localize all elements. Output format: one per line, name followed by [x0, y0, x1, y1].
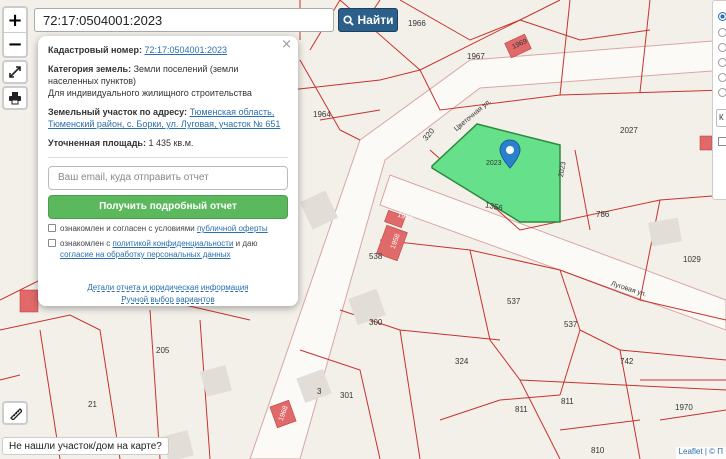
area-row: Уточненная площадь: 1 435 кв.м. [48, 137, 288, 149]
usage-value: Для индивидуального жилищного строительс… [48, 88, 252, 98]
map-label: 301 [340, 391, 354, 400]
map-label: 1969 [511, 38, 529, 51]
address-label: Земельный участок по адресу: [48, 107, 188, 117]
get-report-button[interactable]: Получить подробный отчет [48, 195, 288, 219]
email-field[interactable]: Ваш email, куда отправить отчет [48, 166, 288, 190]
manual-selection-link[interactable]: Ручной выбор вариантов [121, 295, 214, 304]
map-attribution[interactable]: Leaflet | © П [675, 447, 726, 459]
map-label: 2023 [486, 160, 502, 167]
layer-radio[interactable] [718, 58, 726, 67]
map-label: 324 [455, 357, 469, 366]
map-label: 21 [88, 400, 97, 409]
parcel-info-popup: × Кадастровый номер: 72:17:0504001:2023 … [38, 36, 298, 306]
cadastral-label: Кадастровый номер: [48, 45, 142, 55]
zoom-out-button[interactable]: − [4, 32, 26, 56]
category-row: Категория земель: Земли поселений (земли… [48, 63, 288, 99]
search-icon [342, 14, 354, 26]
zoom-control: + − [2, 6, 28, 58]
personal-data-consent-link[interactable]: согласие на обработку персональных данны… [60, 250, 230, 259]
map-label: 300 [369, 318, 383, 327]
map-label: 1356 [484, 200, 504, 213]
report-details-link[interactable]: Детали отчета и юридическая информация [87, 283, 248, 292]
map-label: 538 [369, 252, 383, 261]
popup-footer-links: Детали отчета и юридическая информация Р… [48, 282, 288, 306]
map-label: 811 [515, 405, 528, 414]
layer-radio[interactable] [718, 43, 726, 52]
cadastral-number-link[interactable]: 72:17:0504001:2023 [144, 45, 227, 55]
area-label: Уточненная площадь: [48, 138, 146, 148]
map-label: 3 [317, 387, 322, 396]
public-offer-link[interactable]: публичной оферты [197, 224, 268, 233]
printer-icon [9, 92, 21, 105]
divider [48, 157, 288, 158]
map-label: 320 [420, 126, 437, 143]
category-label: Категория земель: [48, 64, 132, 74]
layer-radio[interactable] [718, 28, 726, 37]
map-label: 742 [620, 357, 634, 366]
map-label: 1964 [313, 110, 331, 119]
consent-offer: ознакомлен и согласен с условиями публич… [48, 223, 288, 234]
address-row: Земельный участок по адресу: Тюменская о… [48, 106, 288, 130]
close-icon[interactable]: × [281, 38, 292, 51]
cadastral-number-row: Кадастровый номер: 72:17:0504001:2023 [48, 44, 288, 56]
map-label: Луговая ул. [609, 280, 648, 299]
map-label: 810 [591, 446, 605, 455]
layer-input[interactable]: К [716, 109, 726, 127]
map-label: 1967 [467, 52, 485, 61]
layer-radio[interactable] [718, 12, 726, 21]
map-label: 811 [561, 397, 574, 406]
map-label: 537 [507, 297, 521, 306]
map-label: 205 [156, 346, 170, 355]
measure-button[interactable] [2, 401, 28, 425]
expand-icon [9, 66, 21, 78]
layer-checkbox[interactable] [718, 137, 726, 146]
map-label: 1968 [277, 404, 290, 423]
fullscreen-button[interactable] [2, 60, 28, 84]
area-value: 1 435 кв.м. [148, 138, 194, 148]
map-label: 2027 [620, 126, 638, 135]
map-label: 786 [596, 210, 610, 219]
map-label: Цветочная ул. [453, 98, 493, 133]
search-button-label: Найти [357, 13, 394, 27]
search-button[interactable]: Найти [338, 8, 398, 32]
map-label: 1966 [408, 19, 426, 28]
zoom-in-button[interactable]: + [4, 8, 26, 32]
map-label: 1029 [683, 255, 701, 264]
map-label: 2023 [557, 161, 568, 178]
layer-radio[interactable] [718, 88, 726, 97]
not-found-link[interactable]: Не нашли участок/дом на карте? [2, 437, 169, 455]
cadastral-search-input[interactable] [34, 8, 334, 32]
map-label: 537 [564, 320, 578, 329]
consent-privacy-text: ознакомлен с политикой конфиденциальност… [60, 239, 258, 259]
map-label: 1957 [396, 211, 414, 224]
consent-offer-text: ознакомлен и согласен с условиями публич… [60, 224, 268, 233]
map-label: 1970 [675, 403, 693, 412]
layer-radio[interactable] [718, 73, 726, 82]
layer-switcher-panel: К [712, 0, 726, 200]
print-button[interactable] [2, 86, 28, 110]
privacy-checkbox[interactable] [48, 239, 56, 247]
offer-checkbox[interactable] [48, 224, 56, 232]
consent-privacy: ознакомлен с политикой конфиденциальност… [48, 238, 288, 260]
privacy-policy-link[interactable]: политикой конфиденциальности [112, 239, 233, 248]
ruler-icon [10, 408, 22, 420]
map-label: 1958 [389, 232, 402, 251]
